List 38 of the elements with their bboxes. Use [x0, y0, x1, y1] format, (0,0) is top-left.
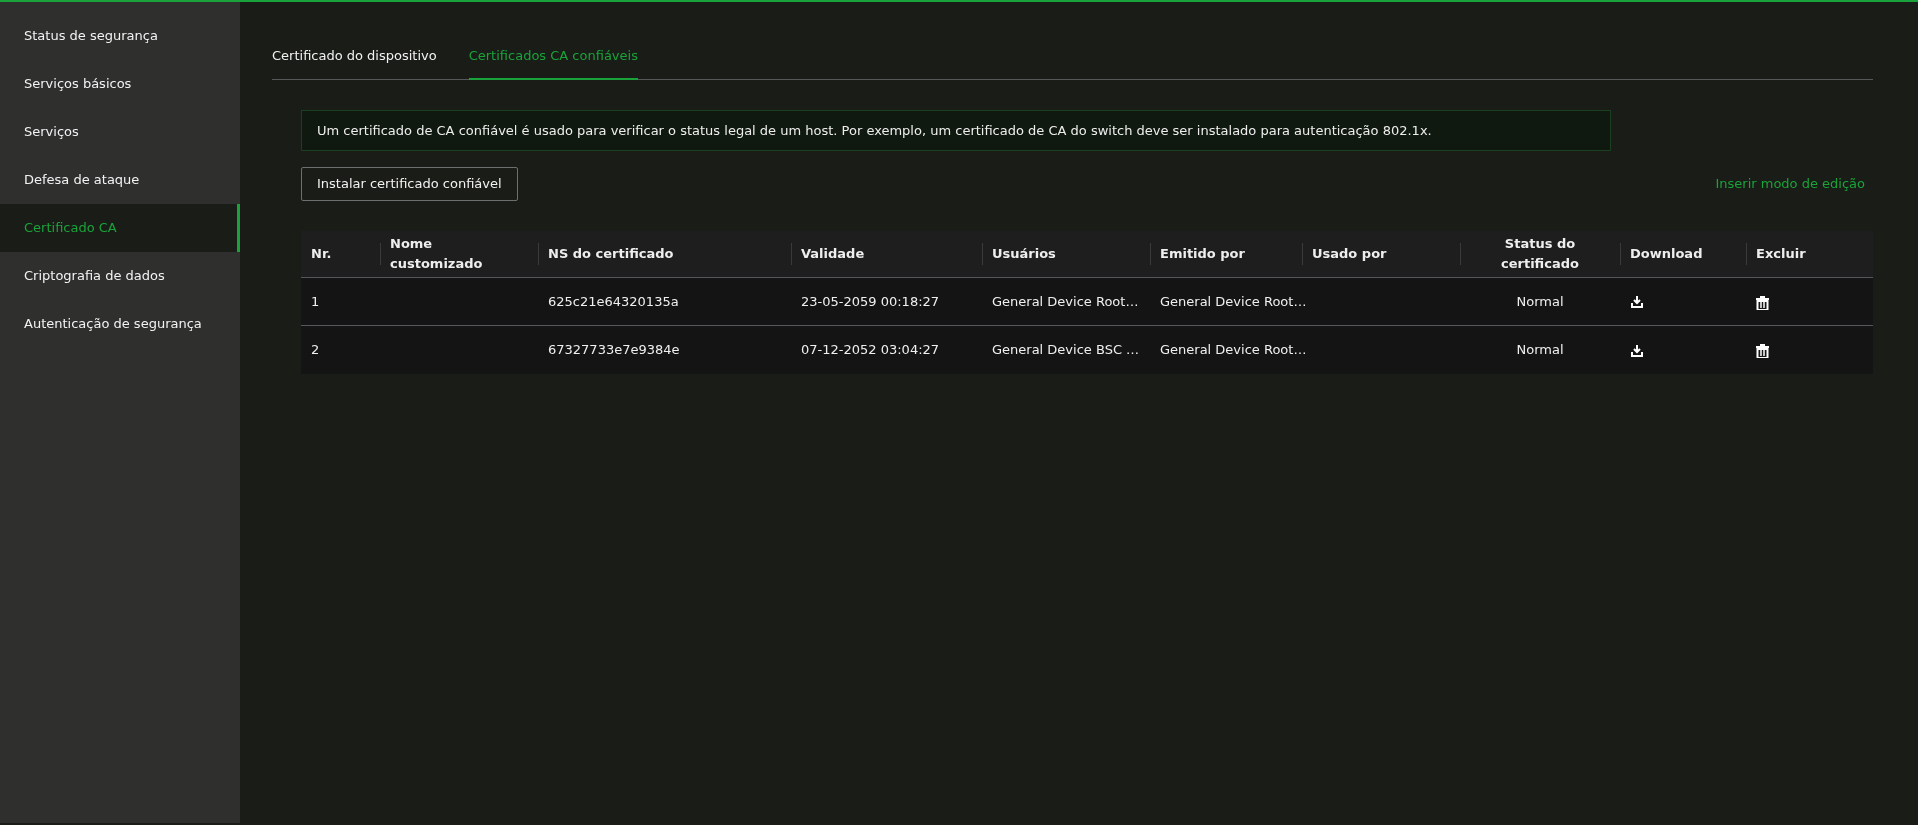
- table-cell: General Device Root…: [1160, 293, 1307, 309]
- tab[interactable]: Certificado do dispositivo: [272, 38, 437, 80]
- column-header: Download: [1620, 230, 1746, 278]
- table-cell: General Device BSC …: [992, 342, 1140, 357]
- column-header: Validade: [791, 230, 982, 278]
- column-header: Emitido por: [1150, 230, 1302, 278]
- column-header: Excluir: [1746, 230, 1873, 278]
- info-message: Um certificado de CA confiável é usado para verificar o status legal de um host. Por exemplo, um certificado de CA do switch deve ser instalado para autenticação 802.1x.: [301, 109, 1611, 151]
- trash-icon[interactable]: [1756, 343, 1769, 358]
- table-cell: 2: [311, 342, 320, 357]
- column-header: Status do certificado: [1460, 230, 1620, 278]
- table-cell: 23-05-2059 00:18:27: [801, 293, 940, 309]
- tab[interactable]: Certificados CA confiáveis: [468, 38, 638, 80]
- table-cell: 07-12-2052 03:04:27: [801, 342, 940, 357]
- sidebar-item[interactable]: Criptografia de dados: [0, 252, 240, 300]
- download-icon[interactable]: [1630, 295, 1644, 310]
- table-cell: General Device Root…: [1160, 342, 1307, 357]
- table-cell: 1: [311, 293, 320, 309]
- column-header: Nr.: [301, 230, 380, 278]
- trash-icon[interactable]: [1756, 294, 1769, 310]
- table-cell: General Device Root…: [992, 293, 1139, 309]
- column-header: Nome customizado: [380, 230, 538, 278]
- table-cell: Normal: [1516, 342, 1564, 357]
- column-header: Usado por: [1302, 230, 1460, 278]
- table-cell: Normal: [1516, 293, 1564, 309]
- table-cell: 625c21e64320135a: [548, 293, 679, 309]
- column-header: Usuários: [982, 230, 1150, 278]
- sidebar-item[interactable]: Autenticação de segurança: [0, 300, 240, 348]
- sidebar-item[interactable]: Serviços básicos: [0, 60, 240, 108]
- install-certificate-button[interactable]: Instalar certificado confiável: [301, 167, 518, 201]
- download-icon[interactable]: [1630, 343, 1644, 358]
- sidebar-item[interactable]: Defesa de ataque: [0, 156, 240, 204]
- sidebar-item[interactable]: Serviços: [0, 108, 240, 156]
- sidebar-item[interactable]: Certificado CA: [0, 204, 240, 252]
- sidebar-item[interactable]: Status de segurança: [0, 12, 240, 60]
- table-cell: 67327733e7e9384e: [548, 342, 680, 357]
- column-header: NS do certificado: [538, 230, 791, 278]
- edit-mode-link[interactable]: Inserir modo de edição: [1715, 174, 1865, 194]
